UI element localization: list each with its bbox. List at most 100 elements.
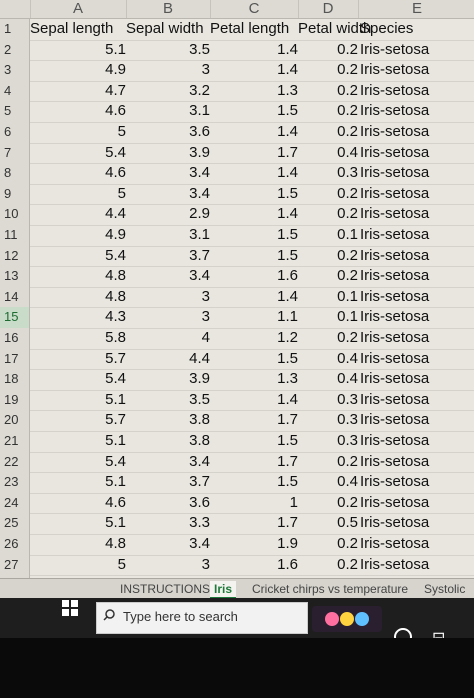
- table-cell[interactable]: 1.7: [210, 452, 298, 473]
- table-cell[interactable]: 4.9: [30, 60, 126, 81]
- table-cell[interactable]: 0.4: [298, 369, 358, 390]
- column-header[interactable]: D: [298, 0, 359, 18]
- table-cell[interactable]: 1.7: [210, 513, 298, 534]
- row-number[interactable]: 22: [0, 451, 30, 473]
- table-cell[interactable]: 0.2: [298, 204, 358, 225]
- table-cell[interactable]: 1.5: [210, 225, 298, 246]
- table-cell[interactable]: 0.3: [298, 431, 358, 452]
- table-cell[interactable]: 5.1: [30, 513, 126, 534]
- table-cell[interactable]: Iris-setosa: [360, 307, 474, 328]
- table-cell[interactable]: 1.4: [210, 287, 298, 308]
- table-cell[interactable]: 3.4: [126, 184, 210, 205]
- row-number[interactable]: 15: [0, 307, 30, 328]
- row-number[interactable]: 17: [0, 348, 30, 370]
- table-cell[interactable]: Iris-setosa: [360, 493, 474, 514]
- row-number[interactable]: 23: [0, 472, 30, 493]
- table-cell[interactable]: 0.4: [298, 143, 358, 164]
- table-cell[interactable]: 4.8: [30, 266, 126, 287]
- column-header[interactable]: A: [30, 0, 127, 18]
- table-cell[interactable]: 3: [126, 287, 210, 308]
- table-cell[interactable]: 1.4: [210, 122, 298, 143]
- table-cell[interactable]: 5.1: [30, 390, 126, 411]
- table-cell[interactable]: 3.4: [126, 452, 210, 473]
- table-cell[interactable]: 5.7: [30, 349, 126, 370]
- table-cell[interactable]: 1.5: [210, 472, 298, 493]
- table-cell[interactable]: 4: [126, 328, 210, 349]
- table-cell[interactable]: 0.3: [298, 410, 358, 431]
- table-cell[interactable]: 3.8: [126, 431, 210, 452]
- row-number[interactable]: 24: [0, 492, 30, 514]
- table-cell[interactable]: 0.5: [298, 513, 358, 534]
- table-cell[interactable]: 1.3: [210, 369, 298, 390]
- table-cell[interactable]: 4.8: [30, 287, 126, 308]
- column-title[interactable]: Sepal width: [126, 19, 210, 40]
- row-number[interactable]: 20: [0, 410, 30, 431]
- table-cell[interactable]: Iris-setosa: [360, 410, 474, 431]
- row-number[interactable]: 25: [0, 513, 30, 534]
- table-cell[interactable]: 0.1: [298, 307, 358, 328]
- table-cell[interactable]: 5.4: [30, 369, 126, 390]
- table-cell[interactable]: 3.6: [126, 493, 210, 514]
- table-cell[interactable]: 3: [126, 60, 210, 81]
- table-cell[interactable]: 2.9: [126, 204, 210, 225]
- table-cell[interactable]: 4.8: [30, 534, 126, 555]
- table-cell[interactable]: 5.4: [30, 452, 126, 473]
- table-cell[interactable]: 5.1: [30, 431, 126, 452]
- table-cell[interactable]: 0.2: [298, 493, 358, 514]
- table-cell[interactable]: Iris-setosa: [360, 452, 474, 473]
- table-cell[interactable]: 4.3: [30, 307, 126, 328]
- table-cell[interactable]: Iris-setosa: [360, 266, 474, 287]
- table-cell[interactable]: Iris-setosa: [360, 369, 474, 390]
- table-cell[interactable]: 1.4: [210, 60, 298, 81]
- table-cell[interactable]: Iris-setosa: [360, 40, 474, 61]
- table-cell[interactable]: Iris-setosa: [360, 472, 474, 493]
- row-number[interactable]: 1: [0, 19, 30, 40]
- table-cell[interactable]: 1.5: [210, 246, 298, 267]
- table-cell[interactable]: 3.6: [126, 122, 210, 143]
- table-cell[interactable]: 4.9: [30, 225, 126, 246]
- table-cell[interactable]: 3.1: [126, 225, 210, 246]
- table-cell[interactable]: 4.6: [30, 101, 126, 122]
- table-cell[interactable]: 0.2: [298, 122, 358, 143]
- table-cell[interactable]: Iris-setosa: [360, 349, 474, 370]
- row-number[interactable]: 11: [0, 225, 30, 246]
- table-cell[interactable]: 3: [126, 307, 210, 328]
- table-cell[interactable]: 5: [30, 555, 126, 576]
- sheet-tab[interactable]: Systolic B: [424, 581, 474, 597]
- table-cell[interactable]: 1.5: [210, 431, 298, 452]
- row-number[interactable]: 12: [0, 245, 30, 267]
- table-cell[interactable]: Iris-setosa: [360, 81, 474, 102]
- table-cell[interactable]: 1.4: [210, 390, 298, 411]
- row-number[interactable]: 6: [0, 122, 30, 143]
- table-cell[interactable]: 0.2: [298, 246, 358, 267]
- table-cell[interactable]: 0.2: [298, 555, 358, 576]
- table-cell[interactable]: 1.4: [210, 204, 298, 225]
- table-cell[interactable]: 1.2: [210, 328, 298, 349]
- table-cell[interactable]: 4.4: [126, 349, 210, 370]
- windows-start-icon[interactable]: [62, 600, 78, 616]
- row-number[interactable]: 9: [0, 183, 30, 205]
- column-title[interactable]: Petal width: [298, 19, 371, 40]
- column-header[interactable]: B: [126, 0, 211, 18]
- row-number[interactable]: 10: [0, 204, 30, 225]
- table-cell[interactable]: Iris-setosa: [360, 390, 474, 411]
- table-cell[interactable]: 4.6: [30, 163, 126, 184]
- table-cell[interactable]: 3.7: [126, 472, 210, 493]
- table-cell[interactable]: 0.4: [298, 349, 358, 370]
- table-cell[interactable]: 3.1: [126, 101, 210, 122]
- table-cell[interactable]: 1.1: [210, 307, 298, 328]
- table-cell[interactable]: Iris-setosa: [360, 101, 474, 122]
- table-cell[interactable]: 0.3: [298, 390, 358, 411]
- row-number[interactable]: 8: [0, 163, 30, 184]
- table-cell[interactable]: 3.5: [126, 390, 210, 411]
- search-highlight-icon[interactable]: [312, 606, 382, 632]
- table-cell[interactable]: 0.2: [298, 101, 358, 122]
- table-cell[interactable]: Iris-setosa: [360, 143, 474, 164]
- table-cell[interactable]: 1.7: [210, 410, 298, 431]
- table-cell[interactable]: 0.2: [298, 40, 358, 61]
- table-cell[interactable]: Iris-setosa: [360, 60, 474, 81]
- table-cell[interactable]: 0.2: [298, 266, 358, 287]
- row-number[interactable]: 7: [0, 142, 30, 164]
- table-cell[interactable]: Iris-setosa: [360, 122, 474, 143]
- table-cell[interactable]: Iris-setosa: [360, 287, 474, 308]
